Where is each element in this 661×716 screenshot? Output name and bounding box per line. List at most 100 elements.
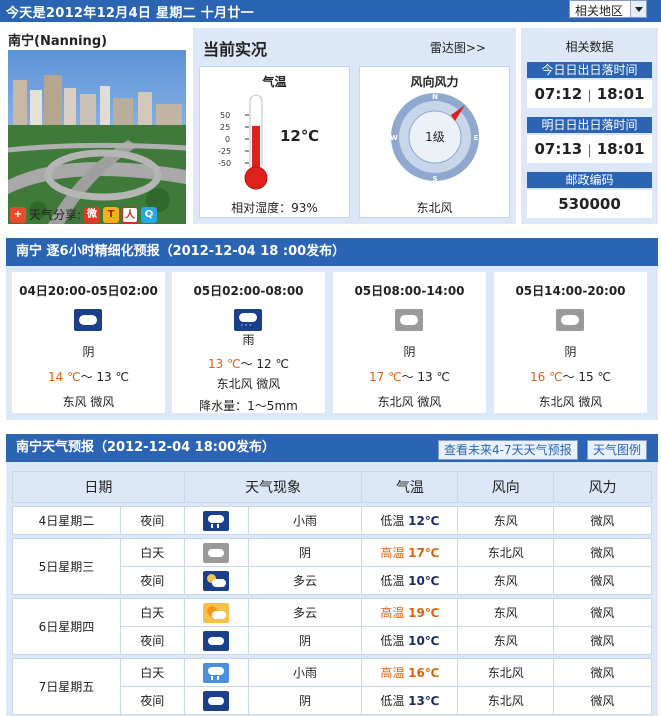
scale-label: 25 (220, 123, 230, 132)
temp-value: 19℃ (408, 606, 440, 620)
temp-kind: 低温 (380, 574, 405, 588)
period-wind: 东风 微风 (62, 395, 115, 409)
temp-kind: 低温 (380, 634, 405, 648)
period-low: 13 ℃ (417, 370, 450, 384)
tomorrow-sun-times: 07:13 | 18:01 (527, 135, 652, 163)
row-part: 夜间 (119, 506, 185, 535)
row-date: 6日星期四 (12, 598, 121, 655)
row-wind-force: 微风 (553, 658, 652, 687)
row-temp: 低温 13℃ (361, 686, 459, 715)
light-rain-icon (183, 658, 249, 687)
period-weather: 阴 (82, 345, 95, 359)
temperature-value: 12℃ (280, 127, 320, 145)
temperature-box: 气温 50 25 0 -25 -50 12℃ 相对湿度：93% (199, 66, 350, 218)
renren-icon[interactable]: 人 (122, 206, 139, 223)
date-title: 今天是2012年12月4日 星期二 十月廿一 (6, 6, 254, 21)
period-wind: 东北风 微风 (538, 395, 603, 409)
row-wind-dir: 东风 (457, 506, 555, 535)
overcast-night-icon (74, 309, 102, 331)
qzone-icon[interactable]: Q (141, 206, 158, 223)
wind-label: 风向风力 (410, 75, 459, 89)
temp-label: 气温 (262, 75, 287, 89)
radar-link[interactable]: 雷达图>> (430, 39, 486, 56)
forecast-table: 日期 天气现象 气温 风向 风力 4日星期二 夜间 小雨 低温 12℃ 东风 微… (12, 471, 652, 715)
temp-kind: 高温 (380, 606, 405, 620)
row-weather: 阴 (247, 686, 363, 715)
sunset-time: 18:01 (596, 85, 645, 103)
region-select-label: 相关地区 (575, 4, 624, 18)
period-high: 16 ℃ (530, 370, 563, 384)
period-low: 13 ℃ (96, 370, 129, 384)
period-time: 05日08:00-14:00 (354, 284, 465, 298)
wind-direction: 东北风 (416, 201, 453, 215)
col-temp: 气温 (361, 471, 459, 503)
future-forecast-button[interactable]: 查看未来4-7天天气预报 (438, 440, 578, 460)
related-panel: 相关数据 今日日出日落时间 07:12 | 18:01 明日日出日落时间 07:… (521, 28, 658, 224)
temp-value: 10℃ (408, 574, 440, 588)
zip-title: 邮政编码 (527, 172, 652, 188)
row-part: 夜间 (119, 626, 185, 655)
col-date: 日期 (12, 471, 185, 503)
overcast-night-icon (183, 626, 249, 655)
period-wind: 东北风 微风 (377, 395, 442, 409)
row-date: 4日星期二 (12, 506, 121, 535)
row-date: 7日星期五 (12, 658, 121, 715)
sunset-time: 18:01 (596, 140, 645, 158)
temp-value: 16℃ (408, 666, 440, 680)
plus-icon[interactable]: + (10, 206, 26, 223)
forecast-card: 04日20:00-05日02:00 阴 14 ℃～ 13 ℃ 东风 微风 (12, 272, 165, 413)
table-row: 6日星期四 白天 多云 高温 19℃ 东风 微风 (12, 598, 652, 655)
row-part: 白天 (119, 538, 185, 567)
row-weather: 阴 (247, 626, 363, 655)
city-photo (8, 50, 186, 224)
period-low: 15 ℃ (578, 370, 611, 384)
table-header: 日期 天气现象 气温 风向 风力 (12, 471, 652, 503)
row-wind-dir: 东北风 (457, 658, 555, 687)
current-heading: 当前实况 (203, 40, 268, 59)
related-heading: 相关数据 (565, 40, 614, 54)
row-weather: 小雨 (247, 658, 363, 687)
forecast-card: 05日02:00-08:00 ' ' ' 雨 13 ℃～ 12 ℃ 东北风 微风… (172, 272, 325, 413)
wind-level: 1级 (425, 130, 445, 144)
weibo-icon[interactable]: 微 (84, 206, 101, 223)
scale-label: 0 (225, 135, 230, 144)
forecast-card: 05日14:00-20:00 阴 16 ℃～ 15 ℃ 东北风 微风 (494, 272, 647, 413)
row-wind-force: 微风 (553, 598, 652, 627)
overcast-icon (395, 309, 423, 331)
temp-value: 12℃ (408, 514, 440, 528)
row-part: 夜间 (119, 566, 185, 595)
row-part: 夜间 (119, 686, 185, 715)
wind-box: 风向风力 N E S W 1级 东北风 (359, 66, 510, 218)
overcast-night-icon (183, 686, 249, 715)
row-wind-dir: 东北风 (457, 686, 555, 715)
row-weather: 多云 (247, 598, 363, 627)
row-wind-force: 微风 (553, 538, 652, 567)
temp-kind: 高温 (380, 546, 405, 560)
period-time: 04日20:00-05日02:00 (19, 284, 158, 298)
temp-value: 17℃ (408, 546, 440, 560)
weather-legend-button[interactable]: 天气图例 (587, 440, 648, 460)
period-wind: 东北风 微风 (216, 377, 281, 391)
chevron-down-icon[interactable] (630, 1, 646, 17)
divider: | (587, 88, 592, 102)
partly-cloudy-night-icon (183, 566, 249, 595)
row-temp: 高温 17℃ (361, 538, 459, 567)
period-temp: 14 ℃～ 13 ℃ (48, 370, 129, 384)
row-wind-force: 微风 (553, 506, 652, 535)
period-weather: 阴 (403, 345, 416, 359)
top-bar: 今天是2012年12月4日 星期二 十月廿一 (0, 0, 661, 22)
region-select[interactable]: 相关地区 (569, 0, 647, 18)
rain-icon: ' ' ' (234, 309, 262, 331)
col-wind-dir: 风向 (457, 471, 555, 503)
light-rain-night-icon (183, 506, 249, 535)
compass-icon: N E S W 1级 (390, 93, 479, 183)
row-temp: 低温 10℃ (361, 626, 459, 655)
current-panel: 当前实况 雷达图>> 气温 50 25 0 -25 -50 12℃ 相对湿度：9… (193, 28, 516, 224)
row-weather: 多云 (247, 566, 363, 595)
row-date: 5日星期三 (12, 538, 121, 595)
row-wind-force: 微风 (553, 626, 652, 655)
zip-code: 530000 (527, 190, 652, 218)
tencent-icon[interactable]: T (103, 206, 120, 223)
city-panel: 南宁(Nanning) (6, 28, 188, 224)
period-high: 13 ℃ (208, 357, 241, 371)
